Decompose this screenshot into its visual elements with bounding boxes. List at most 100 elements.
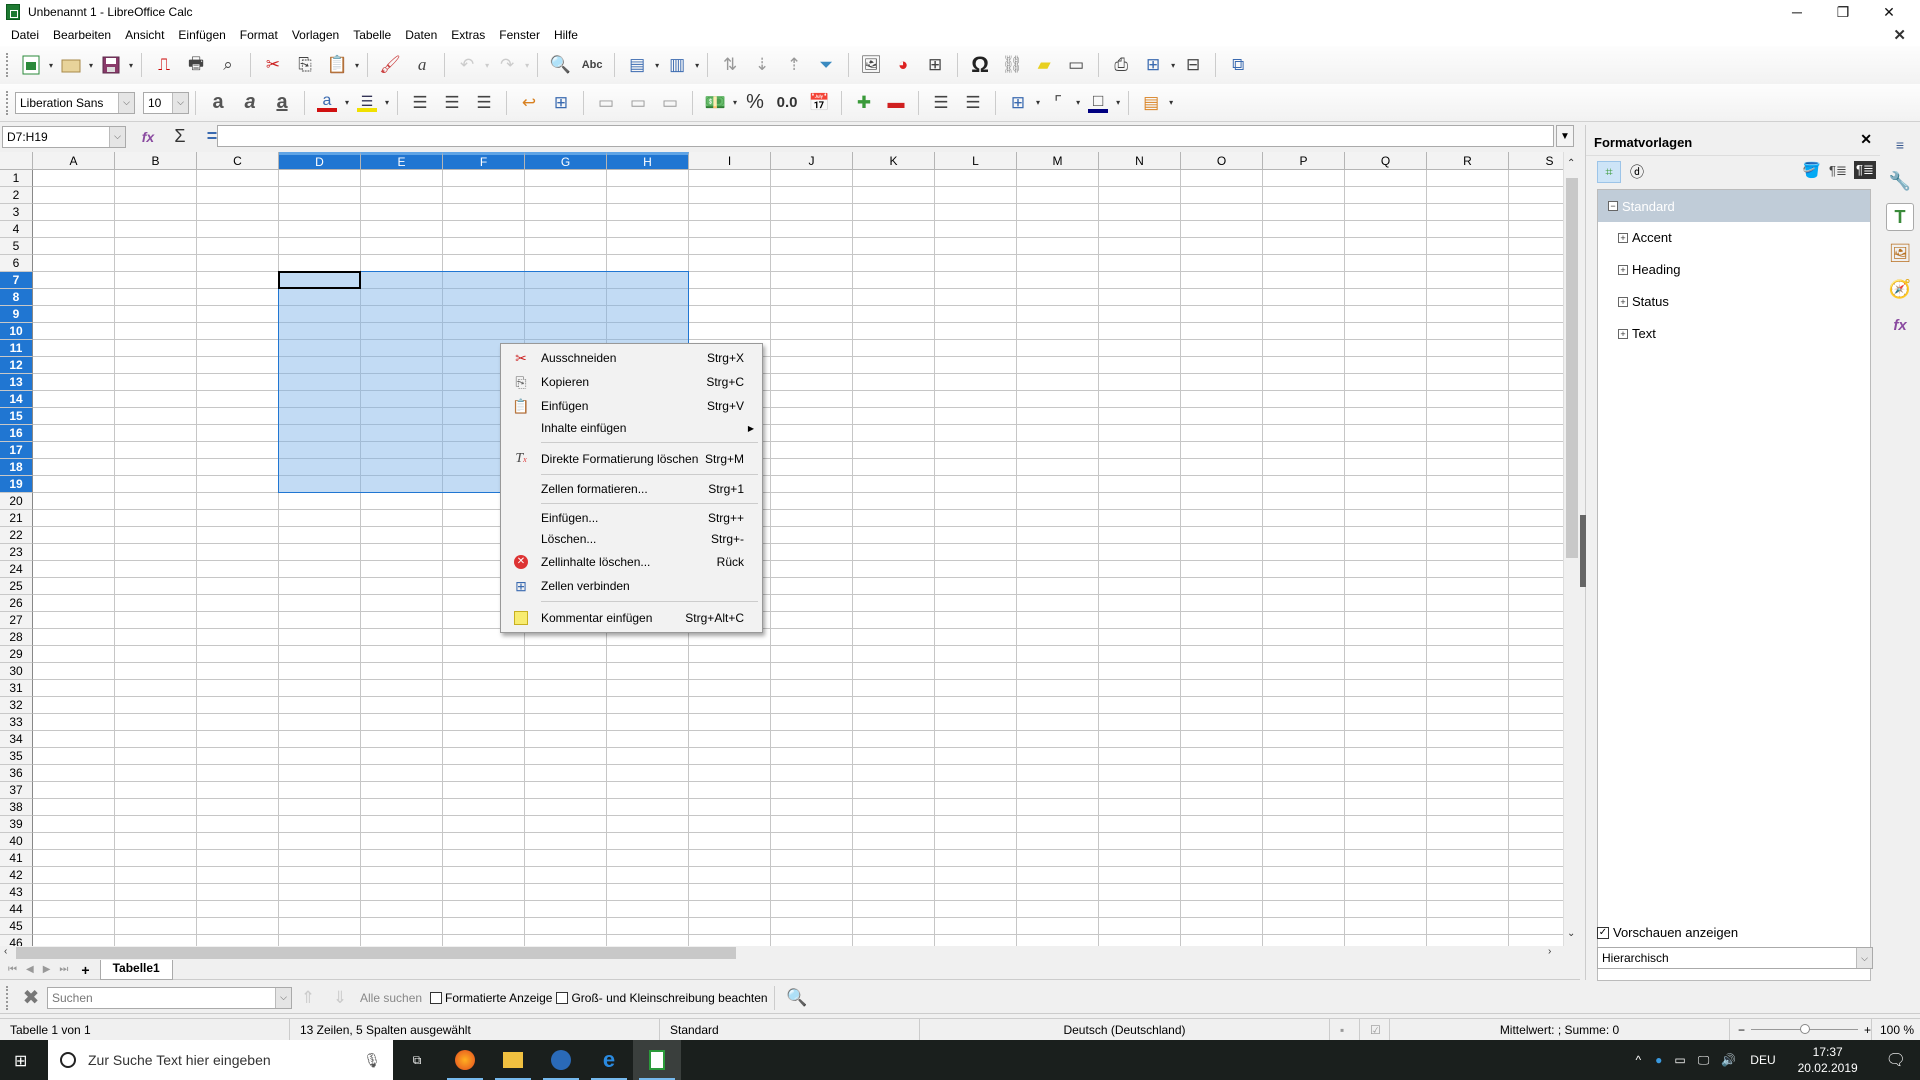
- column-header-m[interactable]: M: [1017, 152, 1099, 170]
- scroll-right-icon[interactable]: ›: [1548, 946, 1551, 957]
- menu-vorlagen[interactable]: Vorlagen: [285, 28, 346, 42]
- zoom-handle[interactable]: [1800, 1024, 1811, 1034]
- vertical-scroll-thumb[interactable]: [1566, 178, 1578, 558]
- expand-icon[interactable]: +: [1618, 328, 1628, 339]
- sidebar-close-button[interactable]: ✕: [1860, 131, 1872, 148]
- freeze-dropdown-icon[interactable]: ▾: [1171, 61, 1175, 70]
- menu-item-insert-cells[interactable]: Einfügen... Strg++: [501, 507, 762, 529]
- row-header-29[interactable]: 29: [0, 646, 33, 663]
- new-dropdown-icon[interactable]: ▾: [49, 61, 53, 70]
- styles-actions-icon[interactable]: ¶≣: [1854, 161, 1876, 179]
- row-header-12[interactable]: 12: [0, 357, 33, 374]
- close-find-bar-icon[interactable]: ✖: [17, 984, 45, 1012]
- row-header-42[interactable]: 42: [0, 867, 33, 884]
- row-header-44[interactable]: 44: [0, 901, 33, 918]
- border-style-icon[interactable]: ⌜: [1044, 89, 1072, 117]
- thunderbird-icon[interactable]: [537, 1040, 585, 1080]
- search-input[interactable]: Suchen ⌵: [47, 986, 292, 1009]
- chevron-down-icon[interactable]: ⌵: [275, 987, 291, 1008]
- menu-item-cut[interactable]: ✂ Ausschneiden Strg+X: [501, 347, 762, 369]
- show-hidden-icons[interactable]: ^: [1636, 1053, 1642, 1067]
- print-preview-icon[interactable]: ⌕: [214, 51, 242, 79]
- select-all-corner[interactable]: [0, 152, 33, 170]
- row-header-18[interactable]: 18: [0, 459, 33, 476]
- split-window-icon[interactable]: ⊟: [1179, 51, 1207, 79]
- delete-decimal-place-icon[interactable]: ▬: [882, 89, 910, 117]
- chevron-down-icon[interactable]: ⌵: [172, 92, 188, 113]
- merge-center-icon[interactable]: ⊞: [547, 89, 575, 117]
- microphone-icon[interactable]: 🎙: [363, 1052, 381, 1069]
- sum-button[interactable]: Σ: [166, 123, 194, 151]
- horizontal-scroll-thumb[interactable]: [16, 947, 736, 959]
- align-left-icon[interactable]: ☰: [406, 89, 434, 117]
- undo-icon[interactable]: ↶: [453, 51, 481, 79]
- row-header-23[interactable]: 23: [0, 544, 33, 561]
- function-wizard-button[interactable]: fx: [134, 123, 162, 151]
- row-header-9[interactable]: 9: [0, 306, 33, 323]
- style-item-heading[interactable]: + Heading: [1618, 262, 1680, 277]
- file-explorer-icon[interactable]: [489, 1040, 537, 1080]
- row-header-15[interactable]: 15: [0, 408, 33, 425]
- zoom-track[interactable]: [1751, 1024, 1858, 1034]
- task-view-icon[interactable]: ⧉: [393, 1040, 441, 1080]
- sort-descending-icon[interactable]: ⇡: [780, 51, 808, 79]
- row-header-22[interactable]: 22: [0, 527, 33, 544]
- row-header-17[interactable]: 17: [0, 442, 33, 459]
- volume-tray-icon[interactable]: 🔊: [1721, 1053, 1736, 1067]
- align-right-icon[interactable]: ☰: [470, 89, 498, 117]
- sort-ascending-icon[interactable]: ⇣: [748, 51, 776, 79]
- row-header-24[interactable]: 24: [0, 561, 33, 578]
- currency-format-icon[interactable]: 💵: [701, 89, 729, 117]
- navigator-compass-icon[interactable]: 🧭: [1886, 275, 1914, 303]
- close-window-button[interactable]: ✕: [1866, 0, 1912, 24]
- page-styles-icon[interactable]: ⓓ: [1626, 161, 1648, 183]
- toolbar-grip[interactable]: [6, 985, 9, 1010]
- menu-hilfe[interactable]: Hilfe: [547, 28, 585, 42]
- sidebar-collapse-handle[interactable]: [1580, 515, 1586, 587]
- show-draw-functions-icon[interactable]: ⧉: [1224, 51, 1252, 79]
- row-header-7[interactable]: 7: [0, 272, 33, 289]
- row-header-3[interactable]: 3: [0, 204, 33, 221]
- pivot-table-icon[interactable]: ⊞: [921, 51, 949, 79]
- menu-item-clear-direct-formatting[interactable]: Tx Direkte Formatierung löschen Strg+M: [501, 448, 762, 470]
- row-dropdown-icon[interactable]: ▾: [655, 61, 659, 70]
- menu-item-paste-special[interactable]: Inhalte einfügen ▶: [501, 417, 762, 439]
- styles-tree[interactable]: − Standard + Accent + Heading + Status + Tex…: [1597, 189, 1871, 981]
- status-language[interactable]: Deutsch (Deutschland): [920, 1018, 1330, 1041]
- row-header-11[interactable]: 11: [0, 340, 33, 357]
- align-bottom-icon[interactable]: ▭: [656, 89, 684, 117]
- formatted-display-label[interactable]: Formatierte Anzeige: [445, 991, 552, 1005]
- background-color-dropdown-icon[interactable]: ▾: [385, 98, 389, 107]
- menu-item-paste[interactable]: 📋 Einfügen Strg+V: [501, 395, 762, 417]
- next-sheet-icon[interactable]: ▶: [43, 964, 51, 975]
- row-header-2[interactable]: 2: [0, 187, 33, 204]
- row-header-8[interactable]: 8: [0, 289, 33, 306]
- menu-item-insert-comment[interactable]: Kommentar einfügen Strg+Alt+C: [501, 607, 762, 629]
- row-header-38[interactable]: 38: [0, 799, 33, 816]
- sheet-tab-tabelle1[interactable]: Tabelle1: [99, 959, 173, 980]
- zoom-in-button[interactable]: +: [1864, 1023, 1871, 1037]
- cell-styles-icon[interactable]: ⌗: [1597, 161, 1621, 183]
- formatted-display-checkbox[interactable]: [430, 991, 443, 1004]
- font-color-dropdown-icon[interactable]: ▾: [345, 98, 349, 107]
- borders-dropdown-icon[interactable]: ▾: [1036, 98, 1040, 107]
- windows-start-icon[interactable]: ⊞: [14, 1051, 27, 1071]
- column-icon[interactable]: ▥: [663, 51, 691, 79]
- libreoffice-calc-taskbar-icon[interactable]: [633, 1040, 681, 1080]
- row-header-40[interactable]: 40: [0, 833, 33, 850]
- cut-icon[interactable]: ✂: [259, 51, 287, 79]
- border-color-icon[interactable]: □: [1084, 89, 1112, 117]
- column-header-n[interactable]: N: [1099, 152, 1181, 170]
- insert-chart-icon[interactable]: ◕: [889, 51, 917, 79]
- toolbar-grip[interactable]: [6, 53, 9, 77]
- hyperlink-icon[interactable]: ⛓: [998, 51, 1026, 79]
- open-dropdown-icon[interactable]: ▾: [89, 61, 93, 70]
- menu-item-delete-contents[interactable]: ✕ Zellinhalte löschen... Rück: [501, 551, 762, 573]
- zoom-out-button[interactable]: −: [1738, 1023, 1745, 1037]
- menu-einfuegen[interactable]: Einfügen: [171, 28, 232, 42]
- row-header-41[interactable]: 41: [0, 850, 33, 867]
- column-header-r[interactable]: R: [1427, 152, 1509, 170]
- show-previews-toggle[interactable]: ✓ Vorschauen anzeigen: [1597, 925, 1738, 940]
- decrease-indent-icon[interactable]: ☰: [959, 89, 987, 117]
- horizontal-scrollbar[interactable]: ‹ ›: [0, 946, 1563, 960]
